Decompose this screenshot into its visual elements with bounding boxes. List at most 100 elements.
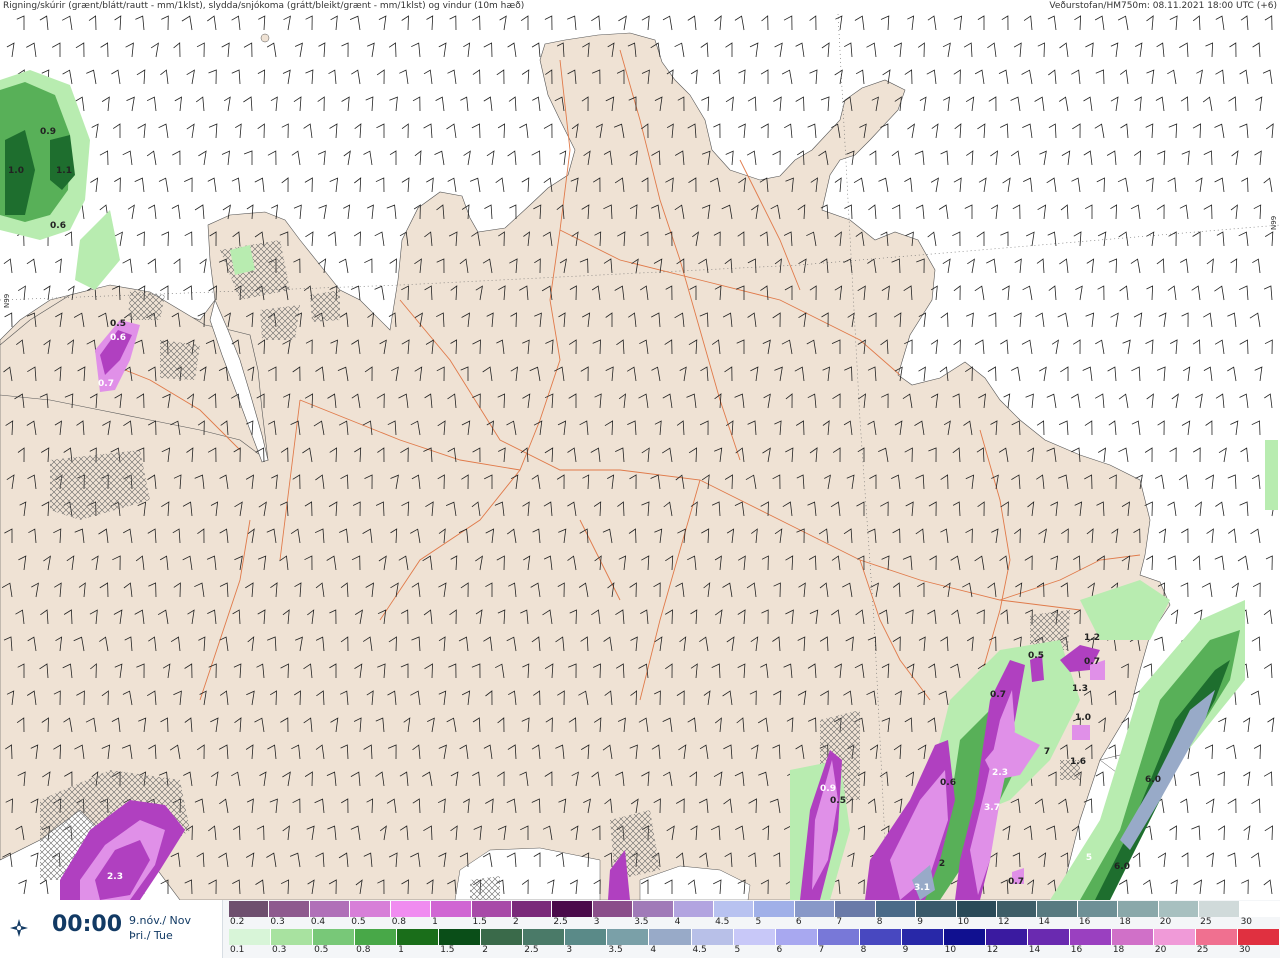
- snow-legend-label: 2: [512, 917, 519, 927]
- rain-legend-swatch: [985, 929, 1028, 945]
- rain-legend-swatch: [817, 929, 860, 945]
- snow-legend-label: 1: [432, 917, 438, 927]
- rain-legend-label: 0.5: [314, 945, 329, 955]
- snow-legend-label: 6: [795, 917, 802, 927]
- rain-legend-swatch: [775, 929, 818, 945]
- rain-legend-label: 4: [650, 945, 657, 955]
- snow-legend-label: 8: [876, 917, 883, 927]
- snow-legend-labels: 0.2 0.3 0.4 0.5 0.8 1 1.5 2 2.5 3 3.5 4 4.5 5 6 7 8 9 10 12…: [229, 917, 1280, 929]
- snow-legend-swatch: [1037, 901, 1078, 917]
- rain-legend-swatch: [1111, 929, 1155, 945]
- rain-legend-swatch: [439, 929, 482, 945]
- rain-legend-label: 14: [1028, 945, 1041, 955]
- rain-legend-label: 4.5: [692, 945, 707, 955]
- rain-legend-swatch: [607, 929, 650, 945]
- rain-legend-swatch: [1196, 929, 1239, 945]
- rain-legend-swatch: [523, 929, 566, 945]
- rain-legend-swatch: [481, 929, 524, 945]
- snow-legend-label: 3: [593, 917, 600, 927]
- rain-legend-label: 1.5: [440, 945, 455, 955]
- snow-legend-label: 4: [674, 917, 681, 927]
- snow-legend-swatch: [754, 901, 795, 917]
- snow-legend-swatch: [552, 901, 593, 917]
- weather-map[interactable]: N99 N99 0.91.0 1.10.60.50.60.72.30.90.50…: [0, 14, 1280, 900]
- snow-legend-swatch: [309, 901, 351, 917]
- precip-value-label: 2.3: [107, 872, 123, 882]
- snow-legend-swatch: [997, 901, 1038, 917]
- rain-legend-label: 0.8: [356, 945, 371, 955]
- snow-color-legend: [229, 901, 1280, 917]
- snow-legend-swatch: [350, 901, 391, 917]
- snow-legend-label: 5: [755, 917, 762, 927]
- precip-value-label: 1.2: [1084, 633, 1100, 643]
- precip-value-label: 1.1: [56, 166, 72, 176]
- snow-legend-swatch: [390, 901, 432, 917]
- precip-value-label: 0.5: [110, 319, 126, 329]
- crosshair-play-icon[interactable]: [9, 918, 29, 938]
- rain-legend-swatch: [733, 929, 776, 945]
- snow-legend-label: 0.3: [270, 917, 285, 927]
- precip-value-label: 1.0: [8, 166, 24, 176]
- time-display[interactable]: 00:00: [52, 912, 122, 937]
- snow-legend-swatch: [956, 901, 998, 917]
- rain-legend-label: 3.5: [608, 945, 623, 955]
- model-run-info: Veðurstofan/HM750m: 08.11.2021 18:00 UTC…: [1049, 1, 1277, 11]
- precip-value-label: 0.5: [830, 796, 846, 806]
- snow-legend-swatch: [1199, 901, 1240, 917]
- precip-value-label: 0.6: [940, 778, 956, 788]
- snow-legend-swatch: [511, 901, 553, 917]
- rain-legend-label: 12: [986, 945, 999, 955]
- rain-legend-label: 0.3: [272, 945, 287, 955]
- rain-legend-swatch: [271, 929, 314, 945]
- snow-legend-swatch: [1118, 901, 1159, 917]
- bottom-panel: 00:00 9.nóv./ Nov Þri./ Tue 0.2 0.3 0.4 0.5…: [0, 900, 1280, 958]
- snow-legend-label: 0.5: [351, 917, 366, 927]
- rain-legend-label: 6: [776, 945, 783, 955]
- precip-value-label: 3.1: [914, 883, 930, 893]
- rain-legend-swatch: [229, 929, 272, 945]
- rain-legend-swatch: [1069, 929, 1112, 945]
- snow-legend-label: 9: [917, 917, 923, 927]
- precip-value-label: 7: [1044, 747, 1050, 757]
- snow-legend-swatch: [916, 901, 957, 917]
- rain-legend-swatch: [1027, 929, 1070, 945]
- precip-value-label: 0.7: [1008, 877, 1024, 887]
- rain-legend-swatch: [355, 929, 398, 945]
- snow-legend-swatch: [1158, 901, 1200, 917]
- snow-legend-label: 7: [836, 917, 843, 927]
- rain-legend-label: 10: [944, 945, 957, 955]
- precip-value-label: 0.9: [820, 784, 836, 794]
- snow-legend-label: 2.5: [553, 917, 568, 927]
- snow-legend-swatch: [673, 901, 715, 917]
- precip-value-label: 1.3: [1072, 684, 1088, 694]
- rain-legend-swatch: [859, 929, 902, 945]
- rain-legend-label: 25: [1196, 945, 1209, 955]
- map-description: Rigning/skúrir (grænt/blátt/rautt - mm/1…: [3, 1, 525, 11]
- rain-legend-swatch: [901, 929, 944, 945]
- date-line-1: 9.nóv./ Nov: [129, 914, 192, 927]
- rain-legend-label: 0.1: [230, 945, 245, 955]
- rain-legend-labels: 0.1 0.3 0.5 0.8 1 1.5 2 2.5 3 3.5 4 4.5 5 6 7 8 9 10 12 14 1…: [229, 945, 1280, 957]
- snow-legend-swatch: [835, 901, 876, 917]
- precip-value-label: 5: [1086, 853, 1092, 863]
- grid-label-right: N99: [1270, 216, 1278, 230]
- rain-legend-label: 1: [398, 945, 404, 955]
- rain-legend-label: 7: [818, 945, 825, 955]
- rain-legend-label: 18: [1112, 945, 1125, 955]
- rain-legend-swatch: [397, 929, 440, 945]
- rain-legend-swatch: [1238, 929, 1280, 945]
- rain-legend-label: 8: [860, 945, 867, 955]
- precip-value-label: 2.3: [992, 768, 1008, 778]
- rain-legend-swatch: [313, 929, 356, 945]
- precip-value-label: 0.7: [98, 379, 114, 389]
- rain-legend-swatch: [565, 929, 608, 945]
- rain-legend-label: 30: [1238, 945, 1251, 955]
- rain-legend-swatch: [943, 929, 986, 945]
- precip-value-label: 2: [939, 859, 945, 869]
- rain-legend-label: 20: [1154, 945, 1167, 955]
- islet: [260, 33, 270, 43]
- rain-legend-swatch: [691, 929, 734, 945]
- precip-value-label: 6.0: [1114, 862, 1130, 872]
- precip-value-label: 3.7: [984, 803, 1000, 813]
- snow-legend-label: 3.5: [634, 917, 649, 927]
